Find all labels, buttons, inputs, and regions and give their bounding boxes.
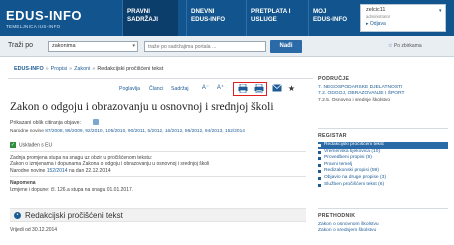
gazette-date: na dan 22.12.2014 bbox=[68, 168, 111, 174]
sidebar-heading: PRETHODNIK bbox=[318, 213, 356, 219]
sidebar-item-label: Provedbeni propisi (9) bbox=[324, 155, 372, 161]
logo-area[interactable]: EDUS-INFO TEMELJNICA IUS-INFO bbox=[0, 0, 122, 36]
font-increase-icon[interactable]: A⁺ bbox=[215, 84, 226, 93]
logout-label: Odjava bbox=[369, 21, 386, 27]
nav-tab-dnevni-edus-info[interactable]: DNEVNI EDUS-INFO bbox=[186, 0, 242, 36]
sidebar-item-area[interactable]: 7.2.5. Osnovno i srednje školstvo bbox=[318, 98, 448, 104]
chevron-down-icon[interactable]: ▾ bbox=[439, 8, 442, 14]
sidebar-heading: REGISTAR bbox=[318, 133, 347, 139]
eu-compliance: ✓ Usklađen s EU bbox=[10, 142, 52, 148]
divider bbox=[10, 151, 306, 152]
user-role: administrator bbox=[366, 14, 391, 19]
star-icon[interactable]: ★ bbox=[286, 84, 297, 93]
logo[interactable]: EDUS-INFO bbox=[6, 8, 82, 23]
bullet-icon bbox=[318, 183, 321, 187]
last-change-gazette: Narodne novine 152/2014 na dan 22.12.201… bbox=[10, 168, 111, 174]
nav-tab-line2: EDUS-INFO bbox=[313, 15, 348, 23]
sidebar-item-registar[interactable]: Služben pročišćeni tekst (6) bbox=[318, 182, 448, 189]
breadcrumb-separator: » bbox=[45, 66, 49, 72]
sidebar-heading: PODRUČJE bbox=[318, 76, 350, 82]
divider bbox=[8, 78, 313, 79]
gazette-line: Narodne novine 87/2008, 86/2009, 92/2010… bbox=[10, 129, 245, 134]
bullet-icon bbox=[318, 176, 321, 180]
collections-link[interactable]: ☆ Po zbirkama bbox=[388, 43, 422, 49]
logo-tagline: TEMELJNICA IUS-INFO bbox=[6, 24, 61, 29]
search-scope-select[interactable]: zakonima ▾ bbox=[48, 41, 138, 52]
section-title: Redakcijski pročišćeni tekst bbox=[25, 211, 123, 220]
collections-label: Po zbirkama bbox=[393, 43, 422, 49]
gazette-link[interactable]: 152/2014 bbox=[47, 168, 68, 174]
gazette-links[interactable]: 87/2008, 86/2009, 92/2010, 105/2010, 90/… bbox=[45, 129, 245, 134]
nav-tab-pretplata-usluge[interactable]: PRETPLATA I USLUGE bbox=[246, 0, 304, 36]
sidebar-item-label: Služben pročišćeni tekst (6) bbox=[324, 181, 385, 187]
search-input[interactable] bbox=[144, 41, 266, 52]
section-bullet-icon: • bbox=[14, 212, 21, 219]
eu-label: Usklađen s EU bbox=[19, 142, 53, 149]
sidebar-registar: REGISTAR Redakcijski pročišćeni tekst Vr… bbox=[318, 128, 448, 188]
breadcrumb-home[interactable]: EDUS-INFO bbox=[14, 66, 44, 72]
email-icon[interactable] bbox=[271, 84, 282, 93]
chevron-down-icon: ▾ bbox=[132, 43, 135, 49]
sidebar-item-registar[interactable]: Objavio na druge propise (3) bbox=[318, 175, 448, 182]
document-title: Zakon o odgoju i obrazovanju u osnovnoj … bbox=[10, 101, 274, 113]
sidebar-item-predecessor[interactable]: Zakon o srednjem školstvu bbox=[318, 228, 448, 234]
valid-from: Vrijedi od 30.12.2014 bbox=[10, 227, 58, 233]
sidebar-item-registar[interactable]: Provedbeni propisi (9) bbox=[318, 155, 448, 162]
sidebar-item-label: Redizakonski propisi (59) bbox=[324, 168, 379, 174]
logout-link[interactable]: ▸ Odjava bbox=[366, 21, 386, 27]
citation-label: Prikazani oblik citiranja objave: bbox=[10, 120, 81, 126]
citation-icon[interactable] bbox=[93, 119, 99, 125]
sidebar-podrucje: PODRUČJE 7. NEGOSPODARSKE DJELATNOSTI 7.… bbox=[318, 76, 448, 104]
search-scope-value: zakonima bbox=[52, 43, 76, 49]
user-menu[interactable]: zelcic11 ▾ administrator ▸ Odjava bbox=[360, 4, 446, 32]
nav-tab-pravni-sadrzaji[interactable]: PRAVNI SADRŽAJI bbox=[122, 0, 178, 36]
nav-tab-line1: DNEVNI bbox=[191, 8, 215, 15]
nav-tab-line2: SADRŽAJI bbox=[127, 15, 158, 23]
breadcrumb-current: Redakcijski pročišćeni tekst bbox=[97, 66, 164, 72]
sidebar-prethodnik: PRETHODNIK Zakon o osnovnom školstvu Zak… bbox=[318, 208, 448, 235]
nav-tab-moj-edus-info[interactable]: MOJ EDUS-INFO bbox=[308, 0, 356, 36]
document-toolbar: Poglavlja Članci Sadržaj A⁻ A⁺ ★ bbox=[14, 82, 313, 96]
last-change-text: Zakon o izmjenama i dopunama Zakona o od… bbox=[10, 161, 210, 167]
star-icon: ☆ bbox=[388, 43, 393, 49]
user-name: zelcic11 bbox=[366, 7, 386, 13]
search-button[interactable]: Nađi bbox=[270, 40, 302, 53]
nav-tab-line2: USLUGE bbox=[251, 15, 277, 23]
bullet-icon bbox=[318, 144, 321, 147]
note-text: Izmjene i dopune: čl. 126.a stupa na sna… bbox=[10, 187, 134, 193]
bullet-icon bbox=[318, 150, 321, 154]
bullet-icon bbox=[318, 163, 321, 167]
sidebar-item-registar[interactable]: Redizakonski propisi (59) bbox=[318, 168, 448, 175]
nav-tab-line1: MOJ bbox=[313, 8, 327, 15]
nav-tab-line1: PRAVNI bbox=[127, 8, 150, 15]
print-icon[interactable] bbox=[237, 83, 248, 94]
breadcrumb: EDUS-INFO» Propisi» Zakoni» Redakcijski pro… bbox=[14, 66, 163, 72]
gazette-prefix: Narodne novine bbox=[10, 129, 44, 134]
breadcrumb-propisi[interactable]: Propisi bbox=[51, 66, 67, 72]
contents-link[interactable]: Sadržaj bbox=[171, 86, 189, 92]
sidebar-item-label: Objavio na druge propise (3) bbox=[324, 174, 386, 180]
nav-tab-line2: EDUS-INFO bbox=[191, 15, 226, 23]
nav-tab-line1: PRETPLATA I bbox=[251, 8, 291, 15]
divider bbox=[10, 176, 306, 177]
font-decrease-icon[interactable]: A⁻ bbox=[200, 84, 211, 93]
chapters-link[interactable]: Poglavlja bbox=[119, 86, 140, 92]
section-header[interactable]: • Redakcijski pročišćeni tekst bbox=[10, 208, 306, 222]
print-text-icon[interactable] bbox=[253, 83, 264, 94]
articles-link[interactable]: Članci bbox=[149, 86, 163, 92]
sidebar-item-label: Pravni temelj bbox=[324, 161, 353, 167]
search-bar: Traži po zakonima ▾ Nađi ☆ Po zbirkama bbox=[0, 36, 454, 57]
breadcrumb-zakoni[interactable]: Zakoni bbox=[74, 66, 90, 72]
bullet-icon bbox=[318, 170, 321, 174]
sidebar-item-registar[interactable]: Redakcijski pročišćeni tekst bbox=[318, 142, 448, 149]
check-icon: ✓ bbox=[10, 142, 16, 148]
bullet-icon bbox=[318, 157, 321, 161]
top-navigation: EDUS-INFO TEMELJNICA IUS-INFO PRAVNI SAD… bbox=[0, 0, 454, 36]
sidebar-item-label: Redakcijski pročišćeni tekst bbox=[324, 142, 384, 147]
search-label: Traži po bbox=[8, 42, 34, 49]
note-label: Napomena bbox=[10, 180, 36, 186]
gazette-prefix: Narodne novine bbox=[10, 168, 46, 174]
right-sidebar: PODRUČJE 7. NEGOSPODARSKE DJELATNOSTI 7.… bbox=[318, 76, 448, 245]
sidebar-item-label: Vremenska tijeko­vica (10) bbox=[324, 148, 381, 154]
